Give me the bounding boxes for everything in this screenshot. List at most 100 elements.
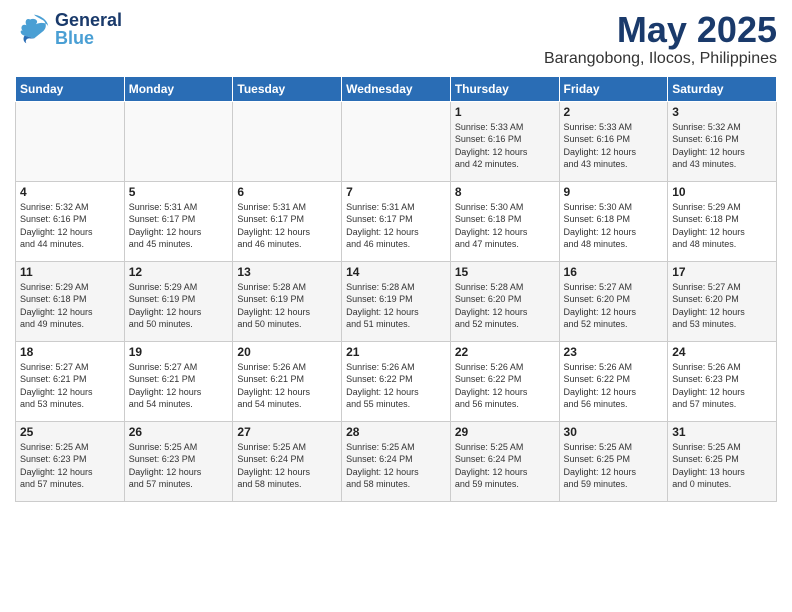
calendar-cell: 24 Sunrise: 5:26 AM Sunset: 6:23 PM Dayli… [668, 341, 777, 421]
day-info: Sunrise: 5:29 AM Sunset: 6:18 PM Dayligh… [20, 281, 120, 331]
day-number: 16 [564, 265, 664, 279]
col-friday: Friday [559, 76, 668, 101]
calendar-cell: 16Sunrise: 5:27 AM Sunset: 6:20 PM Dayli… [559, 261, 668, 341]
day-number: 8 [455, 185, 555, 199]
day-info: Sunrise: 5:33 AM Sunset: 6:16 PM Dayligh… [455, 121, 555, 171]
calendar-cell: 12Sunrise: 5:29 AM Sunset: 6:19 PM Dayli… [124, 261, 233, 341]
calendar-cell: 10 Sunrise: 5:29 AM Sunset: 6:18 PM Dayli… [668, 181, 777, 261]
calendar-cell: 27Sunrise: 5:25 AM Sunset: 6:24 PM Dayli… [233, 421, 342, 501]
header: General Blue May 2025 Barangobong, Iloco… [15, 10, 777, 68]
col-saturday: Saturday [668, 76, 777, 101]
day-info: Sunrise: 5:26 AM Sunset: 6:21 PM Dayligh… [237, 361, 337, 411]
day-info: Sunrise: 5:25 AM Sunset: 6:23 PM Dayligh… [20, 441, 120, 491]
calendar-cell: 8 Sunrise: 5:30 AM Sunset: 6:18 PM Daylig… [450, 181, 559, 261]
day-number: 2 [564, 105, 664, 119]
day-number: 3 [672, 105, 772, 119]
col-tuesday: Tuesday [233, 76, 342, 101]
calendar-cell: 11 Sunrise: 5:29 AM Sunset: 6:18 PM Dayli… [16, 261, 125, 341]
day-number: 10 [672, 185, 772, 199]
calendar-cell: 19 Sunrise: 5:27 AM Sunset: 6:21 PM Dayli… [124, 341, 233, 421]
calendar-cell: 20 Sunrise: 5:26 AM Sunset: 6:21 PM Dayli… [233, 341, 342, 421]
calendar-cell: 22 Sunrise: 5:26 AM Sunset: 6:22 PM Dayli… [450, 341, 559, 421]
day-info: Sunrise: 5:28 AM Sunset: 6:19 PM Dayligh… [237, 281, 337, 331]
calendar-cell [233, 101, 342, 181]
calendar-header: Sunday Monday Tuesday Wednesday Thursday… [16, 76, 777, 101]
calendar-cell: 14Sunrise: 5:28 AM Sunset: 6:19 PM Dayli… [342, 261, 451, 341]
calendar-cell: 21Sunrise: 5:26 AM Sunset: 6:22 PM Dayli… [342, 341, 451, 421]
logo-general-text: General [55, 11, 122, 29]
day-info: Sunrise: 5:26 AM Sunset: 6:22 PM Dayligh… [346, 361, 446, 411]
day-number: 22 [455, 345, 555, 359]
day-number: 18 [20, 345, 120, 359]
calendar-cell: 9Sunrise: 5:30 AM Sunset: 6:18 PM Daylig… [559, 181, 668, 261]
calendar-cell [342, 101, 451, 181]
day-info: Sunrise: 5:28 AM Sunset: 6:20 PM Dayligh… [455, 281, 555, 331]
title-block: May 2025 Barangobong, Ilocos, Philippine… [544, 10, 777, 68]
calendar-cell: 25 Sunrise: 5:25 AM Sunset: 6:23 PM Dayli… [16, 421, 125, 501]
calendar-cell: 26 Sunrise: 5:25 AM Sunset: 6:23 PM Dayli… [124, 421, 233, 501]
calendar-cell: 1 Sunrise: 5:33 AM Sunset: 6:16 PM Daylig… [450, 101, 559, 181]
calendar-cell: 18Sunrise: 5:27 AM Sunset: 6:21 PM Dayli… [16, 341, 125, 421]
calendar-body: 1 Sunrise: 5:33 AM Sunset: 6:16 PM Daylig… [16, 101, 777, 501]
day-info: Sunrise: 5:26 AM Sunset: 6:22 PM Dayligh… [455, 361, 555, 411]
calendar-cell: 6 Sunrise: 5:31 AM Sunset: 6:17 PM Daylig… [233, 181, 342, 261]
day-info: Sunrise: 5:27 AM Sunset: 6:21 PM Dayligh… [129, 361, 229, 411]
day-info: Sunrise: 5:31 AM Sunset: 6:17 PM Dayligh… [129, 201, 229, 251]
calendar-week-4: 18 Sunrise: 5:27 AM Sunset: 6:21 PM Dayli… [16, 341, 777, 421]
logo-icon [15, 10, 53, 48]
calendar-cell: 4 Sunrise: 5:32 AM Sunset: 6:16 PM Daylig… [16, 181, 125, 261]
day-info: Sunrise: 5:30 AM Sunset: 6:18 PM Dayligh… [564, 201, 664, 251]
month-title: May 2025 [544, 10, 777, 50]
day-number: 1 [455, 105, 555, 119]
day-number: 20 [237, 345, 337, 359]
day-info: Sunrise: 5:26 AM Sunset: 6:22 PM Dayligh… [564, 361, 664, 411]
day-info: Sunrise: 5:26 AM Sunset: 6:23 PM Dayligh… [672, 361, 772, 411]
day-info: Sunrise: 5:27 AM Sunset: 6:20 PM Dayligh… [672, 281, 772, 331]
day-number: 31 [672, 425, 772, 439]
day-info: Sunrise: 5:31 AM Sunset: 6:17 PM Dayligh… [237, 201, 337, 251]
day-number: 4 [20, 185, 120, 199]
day-number: 15 [455, 265, 555, 279]
day-number: 19 [129, 345, 229, 359]
calendar-cell: 31 Sunrise: 5:25 AM Sunset: 6:25 PM Dayli… [668, 421, 777, 501]
calendar-cell: 2Sunrise: 5:33 AM Sunset: 6:16 PM Daylig… [559, 101, 668, 181]
calendar-cell: 3 Sunrise: 5:32 AM Sunset: 6:16 PM Daylig… [668, 101, 777, 181]
day-number: 25 [20, 425, 120, 439]
day-info: Sunrise: 5:29 AM Sunset: 6:19 PM Dayligh… [129, 281, 229, 331]
col-thursday: Thursday [450, 76, 559, 101]
day-number: 6 [237, 185, 337, 199]
day-number: 27 [237, 425, 337, 439]
day-info: Sunrise: 5:32 AM Sunset: 6:16 PM Dayligh… [672, 121, 772, 171]
day-number: 5 [129, 185, 229, 199]
day-number: 14 [346, 265, 446, 279]
day-number: 17 [672, 265, 772, 279]
day-info: Sunrise: 5:25 AM Sunset: 6:25 PM Dayligh… [564, 441, 664, 491]
col-monday: Monday [124, 76, 233, 101]
day-info: Sunrise: 5:25 AM Sunset: 6:24 PM Dayligh… [455, 441, 555, 491]
calendar-week-5: 25 Sunrise: 5:25 AM Sunset: 6:23 PM Dayli… [16, 421, 777, 501]
calendar-week-2: 4 Sunrise: 5:32 AM Sunset: 6:16 PM Daylig… [16, 181, 777, 261]
header-row: Sunday Monday Tuesday Wednesday Thursday… [16, 76, 777, 101]
day-info: Sunrise: 5:30 AM Sunset: 6:18 PM Dayligh… [455, 201, 555, 251]
day-number: 24 [672, 345, 772, 359]
calendar-cell: 17 Sunrise: 5:27 AM Sunset: 6:20 PM Dayli… [668, 261, 777, 341]
calendar-cell [124, 101, 233, 181]
day-number: 11 [20, 265, 120, 279]
day-info: Sunrise: 5:25 AM Sunset: 6:23 PM Dayligh… [129, 441, 229, 491]
day-info: Sunrise: 5:31 AM Sunset: 6:17 PM Dayligh… [346, 201, 446, 251]
logo-blue-text: Blue [55, 29, 122, 47]
calendar-cell [16, 101, 125, 181]
calendar-cell: 5 Sunrise: 5:31 AM Sunset: 6:17 PM Daylig… [124, 181, 233, 261]
calendar-cell: 23 Sunrise: 5:26 AM Sunset: 6:22 PM Dayli… [559, 341, 668, 421]
day-number: 28 [346, 425, 446, 439]
logo-words: General Blue [55, 11, 122, 47]
day-info: Sunrise: 5:32 AM Sunset: 6:16 PM Dayligh… [20, 201, 120, 251]
day-info: Sunrise: 5:29 AM Sunset: 6:18 PM Dayligh… [672, 201, 772, 251]
day-number: 26 [129, 425, 229, 439]
calendar-cell: 15 Sunrise: 5:28 AM Sunset: 6:20 PM Dayli… [450, 261, 559, 341]
day-number: 23 [564, 345, 664, 359]
calendar-cell: 7Sunrise: 5:31 AM Sunset: 6:17 PM Daylig… [342, 181, 451, 261]
day-number: 29 [455, 425, 555, 439]
logo: General Blue [15, 10, 122, 48]
day-info: Sunrise: 5:25 AM Sunset: 6:25 PM Dayligh… [672, 441, 772, 491]
